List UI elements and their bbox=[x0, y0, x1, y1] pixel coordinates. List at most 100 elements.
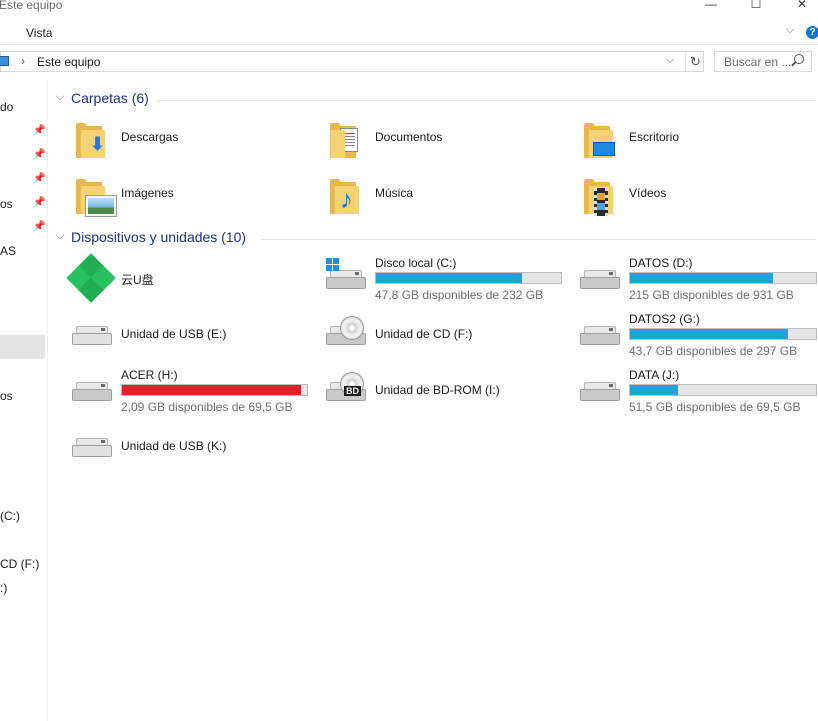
folder-label: Música bbox=[375, 186, 414, 200]
hard-drive-icon bbox=[578, 380, 622, 402]
desktop-folder-icon bbox=[582, 120, 615, 158]
drive-cloud-u[interactable]: 云U盘 bbox=[66, 253, 320, 312]
bd-badge: BD bbox=[344, 386, 361, 396]
sidebar-item[interactable]: os bbox=[0, 197, 13, 211]
address-bar[interactable]: › Este equipo ⌵ ↻ bbox=[0, 51, 704, 72]
sidebar-item[interactable]: (C:) bbox=[0, 509, 20, 523]
pin-icon: 📌 bbox=[33, 173, 46, 184]
breadcrumb-separator-icon[interactable]: › bbox=[21, 54, 25, 68]
drive-f[interactable]: Unidad de CD (F:) bbox=[324, 312, 574, 368]
bd-drive-icon: BD bbox=[324, 372, 368, 402]
folder-descargas[interactable]: ⬇ Descargas bbox=[74, 116, 314, 164]
drive-free-space: 2,09 GB disponibles de 69,5 GB bbox=[121, 400, 293, 414]
drive-g[interactable]: DATOS2 (G:) 43,7 GB disponibles de 297 G… bbox=[578, 312, 818, 368]
drive-free-space: 47,8 GB disponibles de 232 GB bbox=[375, 288, 544, 302]
documents-folder-icon bbox=[328, 120, 358, 158]
drive-usage-fill bbox=[122, 385, 302, 395]
folders-group-header[interactable]: ⌵ Carpetas (6) bbox=[56, 90, 816, 110]
drive-usage-bar bbox=[121, 384, 308, 396]
drive-label: DATA (J:) bbox=[629, 368, 680, 382]
drive-label: Unidad de USB (E:) bbox=[121, 327, 227, 341]
collapse-chevron-icon[interactable]: ⌵ bbox=[56, 230, 64, 243]
address-history-dropdown-icon[interactable]: ⌵ bbox=[666, 54, 674, 67]
pin-icon: 📌 bbox=[33, 149, 46, 160]
downloads-folder-icon: ⬇ bbox=[74, 120, 105, 158]
drive-usage-bar bbox=[629, 272, 817, 284]
pin-icon: 📌 bbox=[33, 197, 46, 208]
tab-vista[interactable]: Vista bbox=[26, 26, 52, 40]
group-divider bbox=[261, 239, 816, 240]
drive-k[interactable]: Unidad de USB (K:) bbox=[70, 424, 320, 480]
drive-label: Unidad de CD (F:) bbox=[375, 327, 473, 341]
minimize-button[interactable]: — bbox=[701, 0, 721, 11]
drive-c[interactable]: Disco local (C:) 47,8 GB disponibles de … bbox=[324, 256, 574, 312]
pin-icon: 📌 bbox=[33, 125, 46, 136]
music-folder-icon: ♪ bbox=[328, 176, 359, 214]
sidebar-item[interactable]: os bbox=[0, 389, 13, 403]
folder-escritorio[interactable]: Escritorio bbox=[582, 116, 812, 164]
drive-label: ACER (H:) bbox=[121, 368, 178, 382]
drive-label: Disco local (C:) bbox=[375, 256, 457, 270]
drive-label: Unidad de BD-ROM (I:) bbox=[375, 383, 500, 397]
sidebar-item[interactable]: AS bbox=[0, 244, 16, 258]
breadcrumb-este-equipo[interactable]: Este equipo bbox=[37, 55, 100, 69]
drive-j[interactable]: DATA (J:) 51,5 GB disponibles de 69,5 GB bbox=[578, 368, 818, 424]
drive-i[interactable]: BD Unidad de BD-ROM (I:) bbox=[324, 368, 574, 424]
refresh-button[interactable]: ↻ bbox=[685, 52, 705, 71]
search-input[interactable]: Buscar en ... bbox=[724, 55, 791, 69]
collapse-chevron-icon[interactable]: ⌵ bbox=[56, 91, 64, 104]
folder-videos[interactable]: Vídeos bbox=[582, 172, 812, 220]
sidebar-item[interactable]: :) bbox=[0, 581, 7, 595]
cd-drive-icon bbox=[324, 316, 368, 346]
search-icon[interactable] bbox=[794, 54, 804, 64]
navigation-pane: do 📌 📌 📌 os 📌 📌 AS os (C:) CD (F:) :) bbox=[0, 80, 48, 721]
folders-group-title: Carpetas (6) bbox=[71, 90, 149, 106]
maximize-button[interactable]: ☐ bbox=[746, 0, 766, 11]
help-icon[interactable]: ? bbox=[806, 26, 818, 39]
drive-d[interactable]: DATOS (D:) 215 GB disponibles de 931 GB bbox=[578, 256, 818, 312]
hard-drive-icon bbox=[70, 380, 114, 402]
drive-label: DATOS2 (G:) bbox=[629, 312, 700, 326]
drive-free-space: 215 GB disponibles de 931 GB bbox=[629, 288, 794, 302]
drive-usage-fill bbox=[376, 273, 523, 283]
folder-documentos[interactable]: Documentos bbox=[328, 116, 568, 164]
window-title: Este equipo bbox=[0, 0, 63, 12]
drive-label: Unidad de USB (K:) bbox=[121, 439, 227, 453]
system-drive-icon bbox=[324, 258, 368, 290]
search-box[interactable]: Buscar en ... bbox=[714, 51, 812, 72]
usb-drive-icon bbox=[70, 324, 114, 346]
folder-label: Documentos bbox=[375, 130, 443, 144]
folder-label: Descargas bbox=[121, 130, 179, 144]
drive-usage-fill bbox=[630, 329, 789, 339]
title-bar: Este equipo — ☐ ✕ bbox=[0, 0, 818, 16]
sidebar-item[interactable]: CD (F:) bbox=[0, 557, 39, 571]
cloud-drive-logo-icon bbox=[66, 253, 116, 303]
folder-label: Escritorio bbox=[629, 130, 680, 144]
drive-usage-bar bbox=[629, 384, 817, 396]
devices-group-header[interactable]: ⌵ Dispositivos y unidades (10) bbox=[56, 229, 816, 249]
folder-musica[interactable]: ♪ Música bbox=[328, 172, 568, 220]
group-divider bbox=[156, 100, 816, 101]
drive-usage-fill bbox=[630, 385, 679, 395]
folder-imagenes[interactable]: Imágenes bbox=[74, 172, 314, 220]
hard-drive-icon bbox=[578, 324, 622, 346]
sidebar-item[interactable]: do bbox=[0, 100, 13, 114]
close-button[interactable]: ✕ bbox=[792, 0, 812, 11]
drive-free-space: 43,7 GB disponibles de 297 GB bbox=[629, 344, 798, 358]
drive-usage-bar bbox=[375, 272, 562, 284]
drive-h[interactable]: ACER (H:) 2,09 GB disponibles de 69,5 GB bbox=[70, 368, 320, 424]
computer-icon bbox=[0, 56, 9, 66]
pictures-folder-icon bbox=[74, 176, 116, 216]
folder-label: Vídeos bbox=[629, 186, 667, 200]
drive-e[interactable]: Unidad de USB (E:) bbox=[70, 312, 320, 368]
drive-usage-fill bbox=[630, 273, 774, 283]
ribbon-expand-icon[interactable]: ⌵ bbox=[786, 24, 794, 37]
drive-label: DATOS (D:) bbox=[629, 256, 693, 270]
hard-drive-icon bbox=[578, 268, 622, 290]
videos-folder-icon bbox=[582, 176, 613, 216]
devices-group-title: Dispositivos y unidades (10) bbox=[71, 229, 247, 245]
usb-drive-icon bbox=[70, 436, 114, 458]
drive-label: 云U盘 bbox=[121, 273, 154, 287]
sidebar-item-selected[interactable] bbox=[0, 335, 45, 359]
ribbon: Vista ⌵ ? bbox=[0, 22, 818, 45]
